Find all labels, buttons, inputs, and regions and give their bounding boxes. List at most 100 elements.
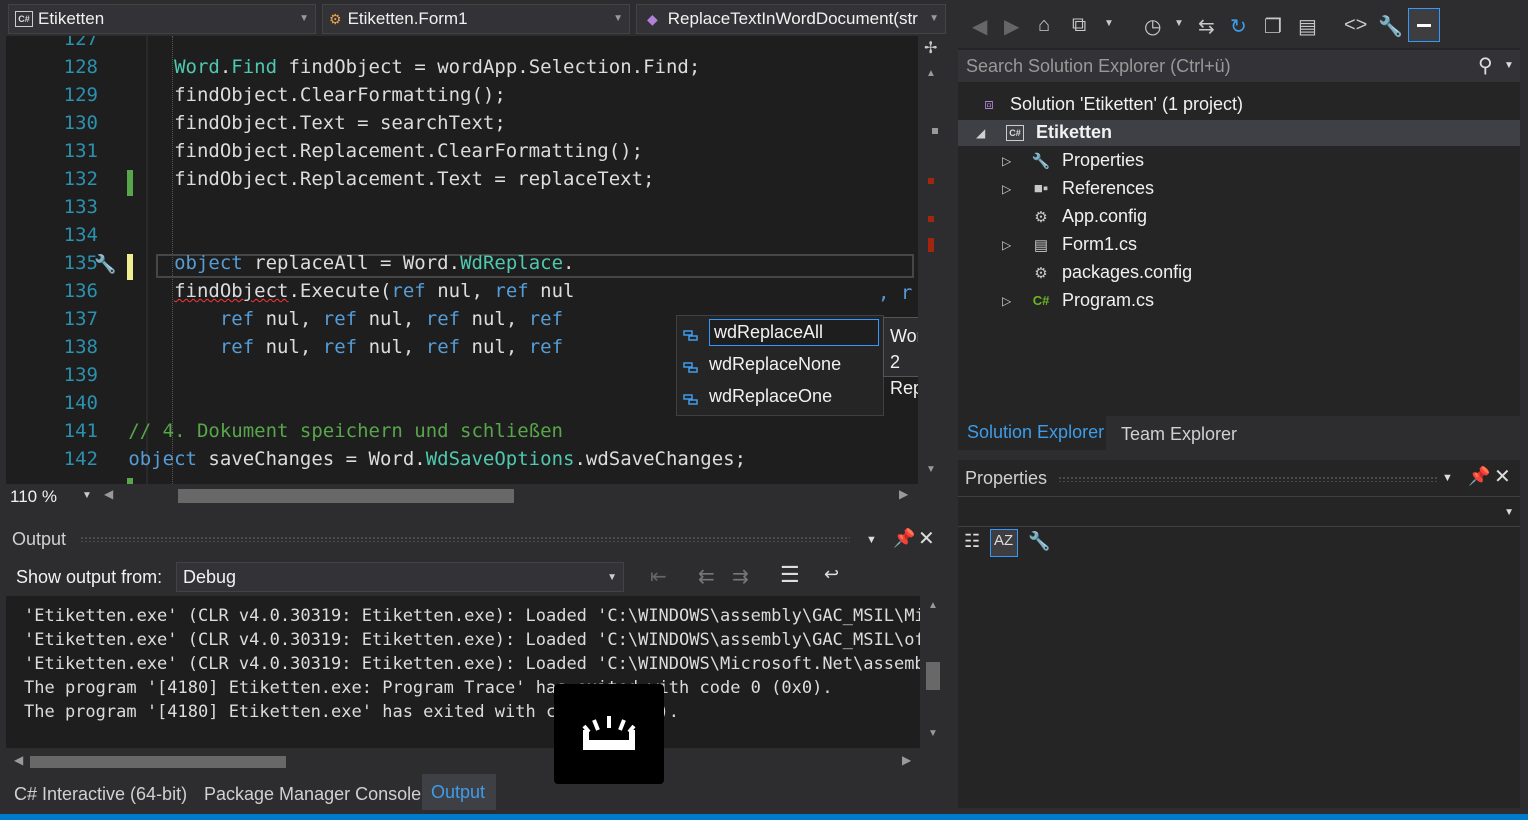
output-source-select[interactable]: Debug ▼	[176, 562, 624, 592]
references-icon: ■▪	[1033, 180, 1049, 197]
project-dropdown[interactable]: C# Etiketten ▼	[8, 4, 316, 34]
preview-icon	[1417, 24, 1431, 27]
categorized-icon[interactable]: ☷	[964, 531, 980, 552]
expanded-triangle-icon[interactable]: ◢	[976, 126, 985, 140]
scroll-right-arrow-icon[interactable]: ▶	[899, 487, 908, 501]
member-dropdown-label: ReplaceTextInWordDocument(str	[667, 9, 918, 28]
tab-team-explorer[interactable]: Team Explorer	[1121, 424, 1237, 445]
refresh-icon[interactable]: ↻	[1230, 14, 1247, 39]
tree-item-app-config[interactable]: ⚙ App.config	[1030, 206, 1147, 227]
code-token: nul,	[425, 280, 495, 302]
horizontal-scroll-thumb[interactable]	[178, 489, 514, 503]
code-token: ref	[528, 336, 564, 358]
panel-menu-chevron-icon[interactable]: ▼	[866, 534, 877, 546]
collapsed-triangle-icon[interactable]: ▷	[1002, 238, 1011, 252]
pin-icon[interactable]: 📌	[1468, 466, 1490, 487]
tab-solution-explorer[interactable]: Solution Explorer	[958, 416, 1106, 450]
pin-icon[interactable]: 📌	[893, 528, 915, 549]
chevron-down-icon[interactable]: ▼	[1104, 18, 1114, 29]
pending-changes-filter-icon[interactable]: ◷	[1144, 14, 1161, 39]
word-wrap-icon[interactable]: ↩	[824, 564, 839, 585]
tree-project[interactable]: C# Etiketten	[1004, 122, 1112, 143]
output-text[interactable]: 'Etiketten.exe' (CLR v4.0.30319: Etikett…	[6, 596, 920, 748]
panel-menu-chevron-icon[interactable]: ▼	[1442, 472, 1453, 484]
code-token: findObject.Replacement.ClearFormatting()…	[36, 140, 644, 162]
tree-item-program[interactable]: C# Program.cs	[1030, 290, 1154, 311]
close-icon[interactable]: ✕	[1494, 464, 1511, 489]
intellisense-completion-list[interactable]: wdReplaceAll wdReplaceNone wdReplaceOne	[676, 315, 884, 416]
tree-item-packages-config[interactable]: ⚙ packages.config	[1030, 262, 1192, 283]
properties-wrench-icon[interactable]: 🔧	[1378, 14, 1403, 39]
show-all-files-icon[interactable]: ▤	[1298, 14, 1317, 39]
split-window-icon[interactable]: ✢	[924, 38, 937, 58]
tab-csharp-interactive[interactable]: C# Interactive (64-bit)	[14, 784, 187, 805]
class-icon: ⚙	[329, 10, 342, 27]
completion-item-label: wdReplaceNone	[709, 353, 842, 374]
scroll-down-arrow-icon[interactable]: ▼	[926, 464, 936, 475]
scroll-thumb[interactable]	[30, 756, 286, 768]
properties-toolbar: ☷ AZ 🔧	[958, 526, 1520, 561]
switch-views-icon[interactable]: ⧉	[1072, 14, 1086, 37]
tree-solution[interactable]: ⧈ Solution 'Etiketten' (1 project)	[978, 94, 1243, 115]
code-line: findObject.ClearFormatting();	[37, 84, 506, 106]
code-token: ref	[494, 280, 529, 302]
code-editor[interactable]: 127 128 129 130 131 132 133 134 135 136 137 138 139 1…	[6, 36, 946, 484]
chevron-down-icon[interactable]: ▼	[1504, 60, 1514, 71]
editor-vertical-scrollbar[interactable]: ✢ ▲ ▼	[918, 36, 946, 484]
scroll-left-arrow-icon[interactable]: ◀	[14, 753, 23, 767]
member-dropdown[interactable]: ◆ ReplaceTextInWordDocument(str ▼	[636, 4, 946, 34]
tab-output[interactable]: Output	[422, 774, 496, 810]
collapsed-triangle-icon[interactable]: ▷	[1002, 182, 1011, 196]
sync-with-document-icon[interactable]: ⇆	[1198, 14, 1215, 39]
back-icon[interactable]: ◀	[972, 14, 987, 39]
collapsed-triangle-icon[interactable]: ▷	[1002, 154, 1011, 168]
scroll-thumb[interactable]	[926, 662, 940, 690]
forward-icon[interactable]: ▶	[1004, 14, 1019, 39]
clear-all-icon[interactable]: ☰	[780, 562, 800, 588]
code-line: findObject.Text = searchText;	[37, 112, 506, 134]
code-token: ref	[528, 308, 564, 330]
zoom-level[interactable]: 110 %	[10, 487, 57, 507]
preview-selected-items-button[interactable]	[1408, 8, 1440, 42]
chevron-down-icon[interactable]: ▼	[1174, 18, 1184, 29]
scroll-right-arrow-icon[interactable]: ▶	[902, 753, 911, 767]
output-source-value: Debug	[183, 567, 237, 587]
close-icon[interactable]: ✕	[918, 526, 935, 551]
output-horizontal-scrollbar[interactable]: ◀ ▶	[6, 750, 920, 774]
scroll-up-arrow-icon[interactable]: ▲	[928, 600, 938, 611]
completion-item-label: wdReplaceOne	[709, 385, 833, 406]
code-line: ref nul, ref nul, ref nul, ref	[37, 308, 563, 330]
code-token: nul,	[357, 308, 426, 330]
view-code-icon[interactable]: <>	[1344, 14, 1367, 37]
show-output-label: Show output from:	[16, 567, 163, 587]
property-pages-wrench-icon[interactable]: 🔧	[1028, 531, 1050, 552]
find-message-icon[interactable]: ⇤	[650, 564, 667, 589]
previous-message-icon[interactable]: ⇇	[698, 564, 715, 589]
tree-item-properties[interactable]: 🔧 Properties	[1030, 150, 1144, 171]
code-token: .	[219, 56, 232, 78]
alphabetical-button[interactable]: AZ	[990, 529, 1018, 557]
tree-item-label: References	[1062, 178, 1155, 198]
chevron-down-icon: ▼	[1504, 507, 1514, 518]
next-message-icon[interactable]: ⇉	[732, 564, 749, 589]
home-icon[interactable]: ⌂	[1038, 14, 1050, 37]
completion-item[interactable]: wdReplaceNone	[679, 350, 879, 378]
zoom-dropdown-chevron-icon[interactable]: ▼	[82, 490, 92, 501]
tab-package-manager-console[interactable]: Package Manager Console	[204, 784, 421, 805]
collapsed-triangle-icon[interactable]: ▷	[1002, 294, 1011, 308]
tree-item-form1[interactable]: ▤ Form1.cs	[1030, 234, 1137, 255]
output-vertical-scrollbar[interactable]: ▲ ▼	[920, 596, 946, 748]
scroll-left-arrow-icon[interactable]: ◀	[104, 487, 113, 501]
class-dropdown[interactable]: ⚙ Etiketten.Form1 ▼	[322, 4, 630, 34]
completion-item[interactable]: wdReplaceOne	[679, 382, 879, 410]
solution-search-box[interactable]: Search Solution Explorer (Ctrl+ü) ⚲ ▼	[958, 50, 1520, 82]
collapse-all-icon[interactable]: ❐	[1264, 14, 1282, 39]
scroll-up-arrow-icon[interactable]: ▲	[926, 68, 936, 79]
tree-item-references[interactable]: ■▪ References	[1030, 178, 1154, 199]
completion-item[interactable]: wdReplaceAll	[679, 318, 879, 346]
chevron-down-icon: ▼	[929, 13, 939, 24]
class-dropdown-label: Etiketten.Form1	[347, 9, 468, 28]
scroll-down-arrow-icon[interactable]: ▼	[928, 728, 938, 739]
code-line: findObject.Replacement.Text = replaceTex…	[37, 168, 654, 190]
properties-object-select[interactable]: ▼	[958, 496, 1520, 527]
